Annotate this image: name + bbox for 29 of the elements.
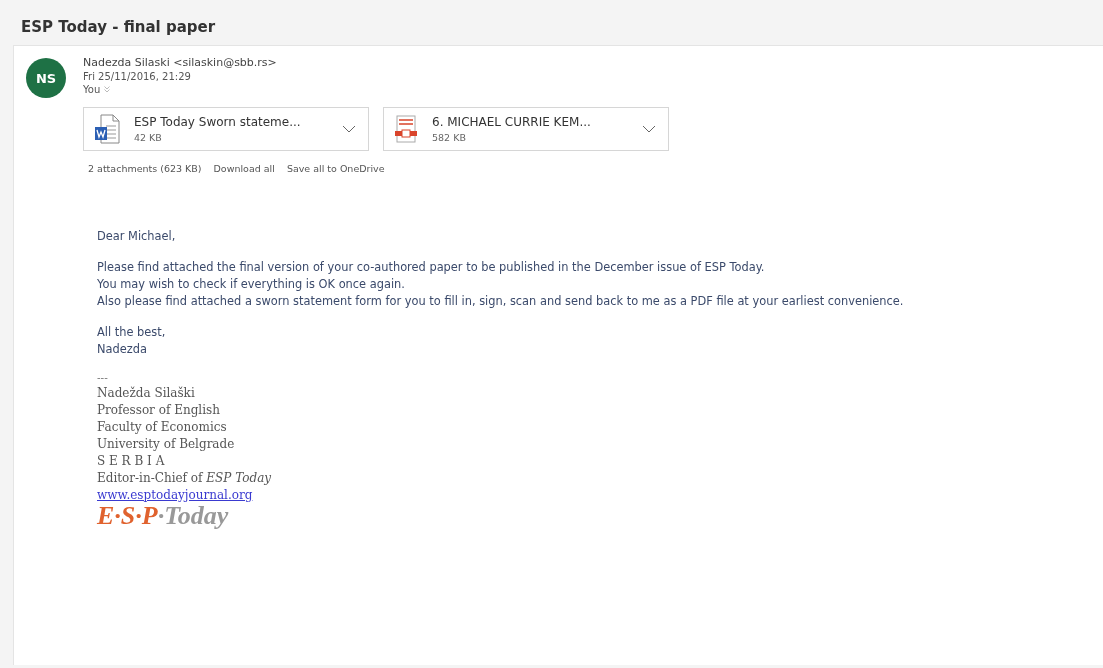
signature-line: Faculty of Economics	[97, 420, 228, 434]
attachment-card[interactable]: ESP Today Sworn stateme... 42 KB	[83, 107, 369, 151]
body-text: You may wish to check if everything is OK once again.	[97, 277, 406, 291]
attachment-size: 582 KB	[432, 132, 467, 143]
website-link[interactable]: www.esptodayjournal.org	[97, 488, 253, 502]
attachment-name: ESP Today Sworn stateme...	[134, 115, 302, 129]
attachment-name: 6. MICHAEL CURRIE KEM...	[432, 115, 592, 129]
body-text: Also please find attached a sworn statement form for you to fill in, sign, scan and send back to me as a PDF file at your earliest convenience.	[97, 294, 905, 308]
body-text: Nadezda	[97, 342, 148, 356]
sender-avatar: NS	[26, 58, 66, 98]
body-text: Please find attached the final version of your co-authored paper to be published in the December issue of ESP Today.	[97, 260, 766, 274]
sender-name: Nadezda Silaski <silaskin@sbb.rs>	[83, 56, 277, 69]
recipient: You	[83, 84, 101, 95]
signature-line: University of Belgrade	[97, 437, 236, 451]
attachment-action-link[interactable]: Save all to OneDrive	[286, 163, 385, 174]
attachment-size: 42 KB	[134, 132, 163, 143]
body-text: Dear Michael,	[97, 229, 177, 243]
signature-line: Editor-in-Chief of ESP Today	[97, 471, 273, 485]
body-text: All the best,	[97, 325, 167, 339]
journal-logo: E·S·P·Today	[97, 503, 229, 529]
signature-line: Professor of English	[97, 403, 221, 417]
signature-separator: ---	[97, 372, 109, 383]
signature-line: Nadežda Silaški	[97, 386, 196, 400]
attachment-summary: 2 attachments (623 KB)	[88, 163, 202, 174]
sent-date: Fri 25/11/2016, 21:29	[83, 71, 192, 82]
signature-line: S E R B I A	[97, 454, 166, 468]
attachment-card[interactable]: 6. MICHAEL CURRIE KEM... 582 KB	[383, 107, 669, 151]
attachment-action-link[interactable]: Download all	[213, 163, 275, 174]
email-subject: ESP Today - final paper	[20, 17, 217, 38]
